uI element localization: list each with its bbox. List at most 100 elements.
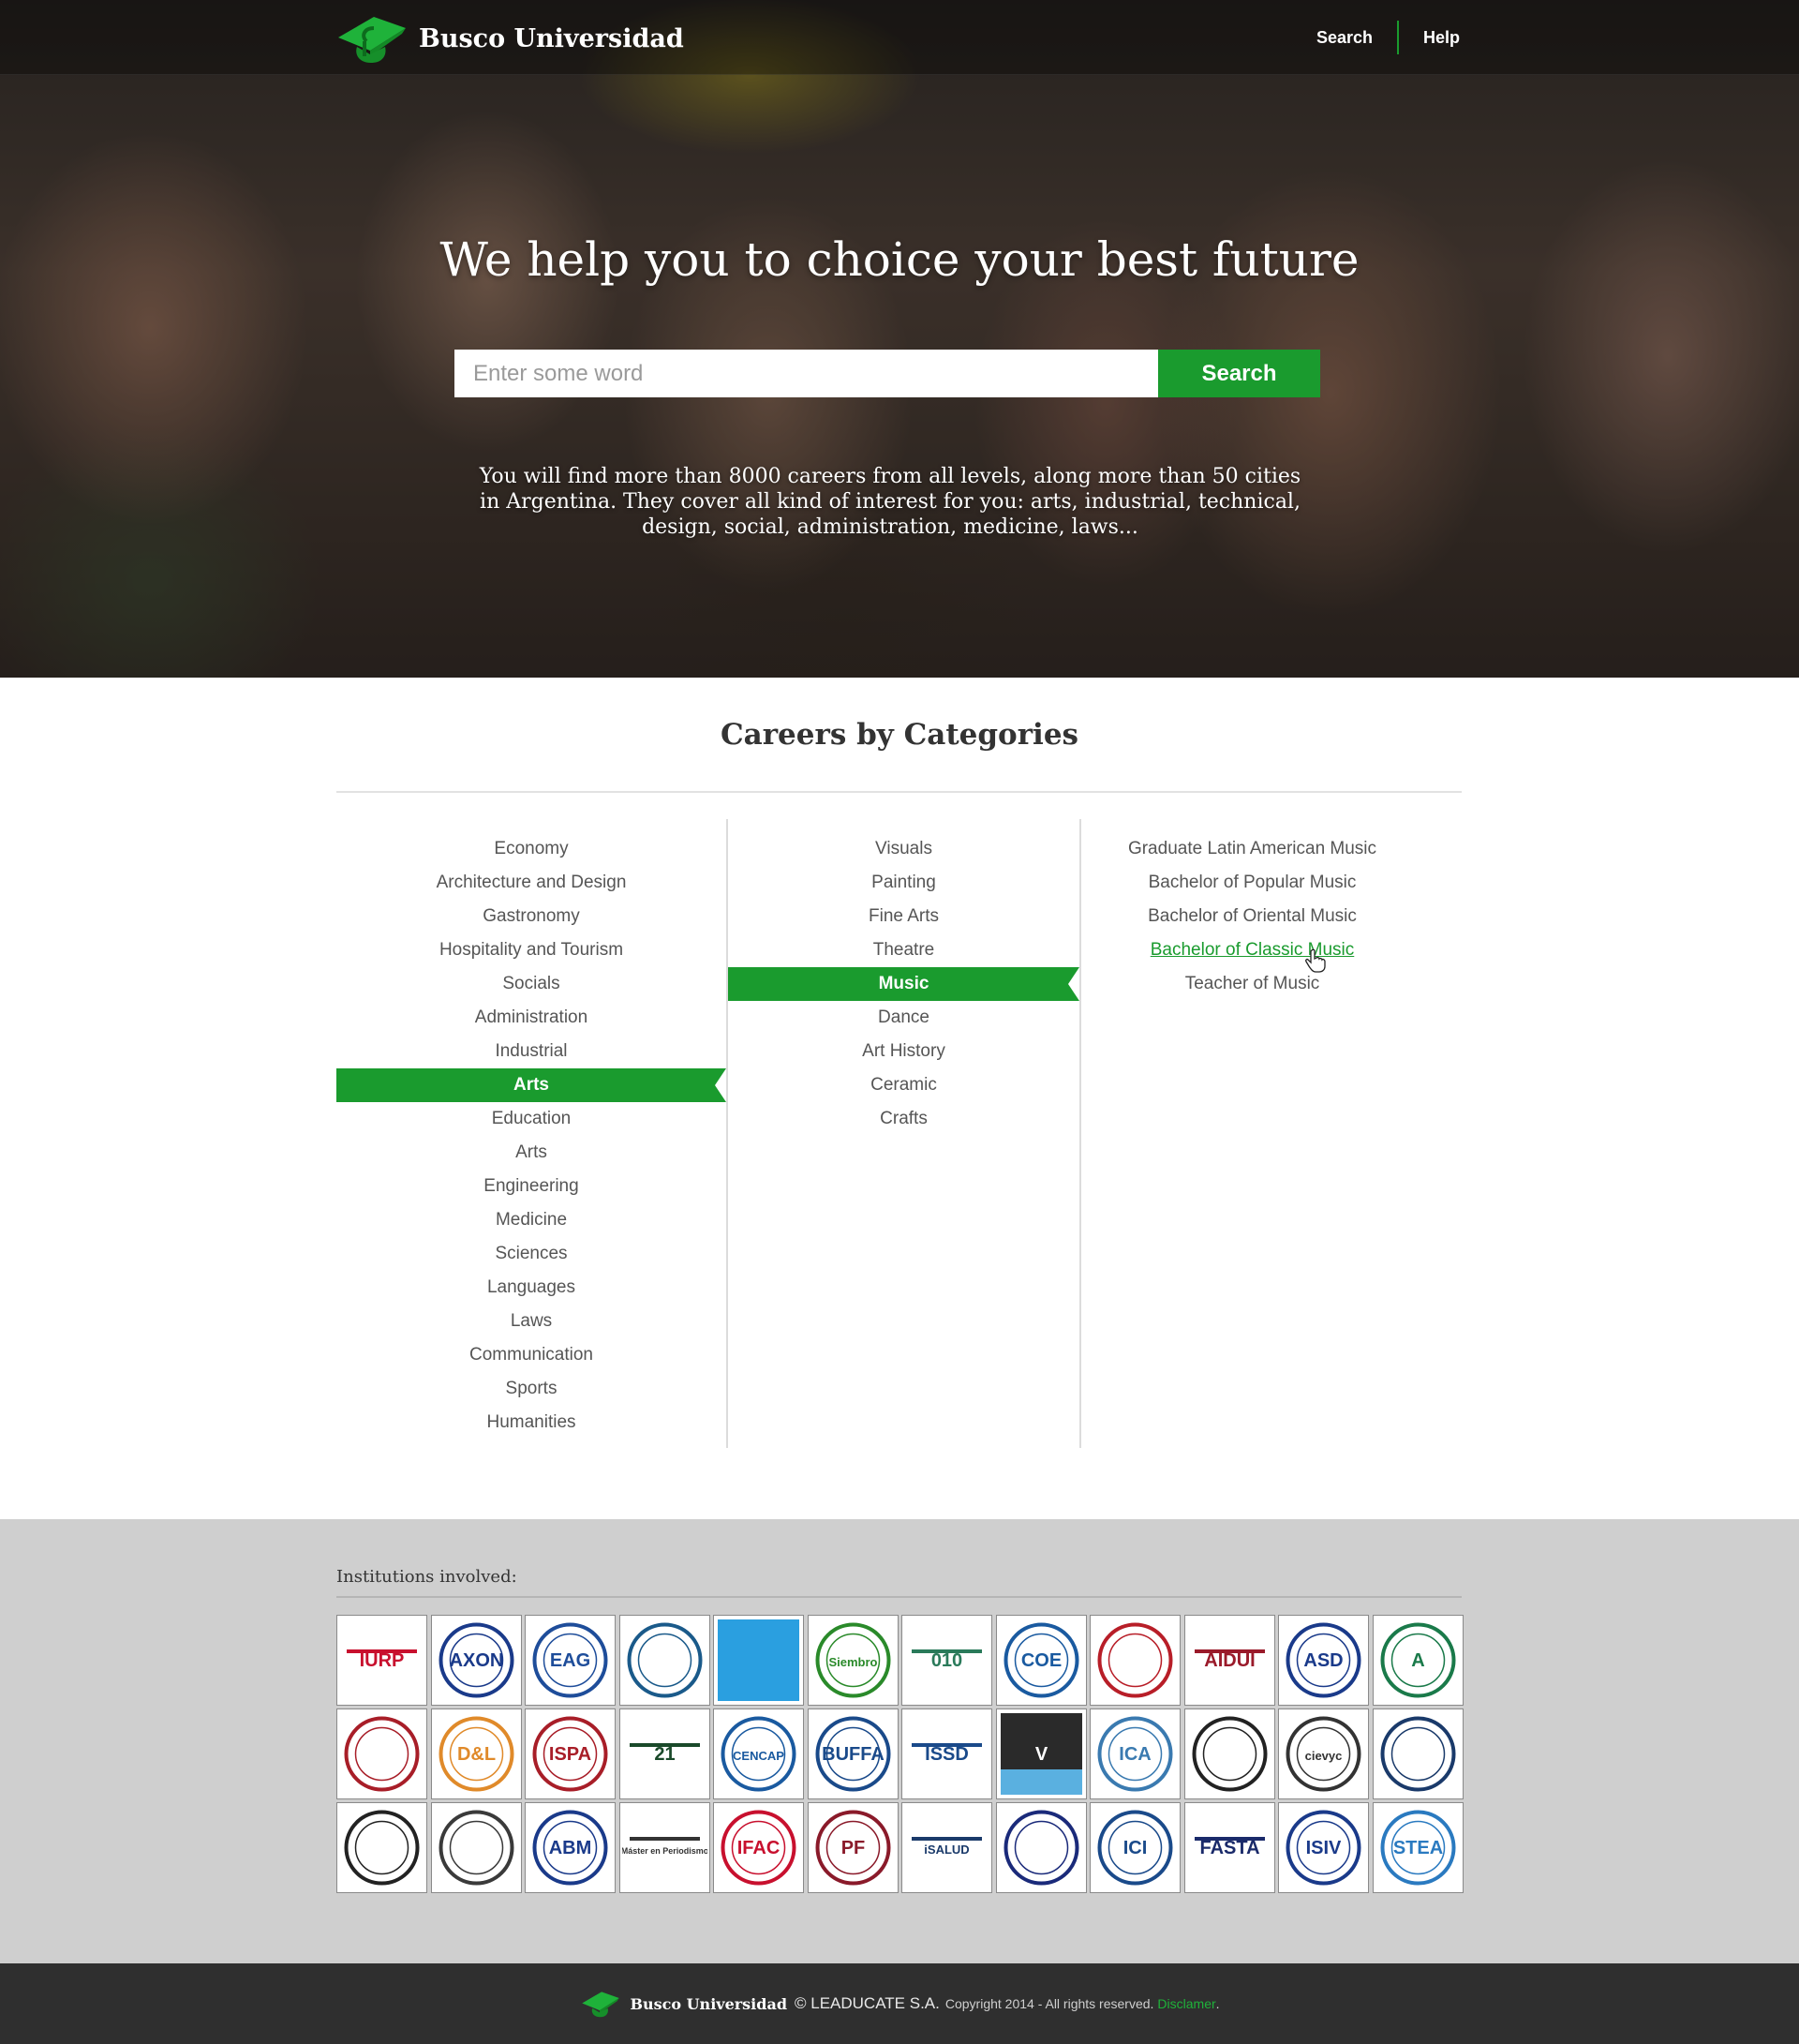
cievyc-logo[interactable]: cievyc [1278,1708,1369,1799]
buffa-sistemas-emblem-icon: BUFFA [815,1716,890,1792]
isiv-emblem-icon: ISIV [1286,1810,1361,1886]
categories-title: Careers by Categories [720,718,1079,752]
axon-logo-text: AXON [449,1650,503,1671]
abm-emblem-icon: ABM [532,1810,608,1886]
search-input[interactable] [454,350,1158,397]
cencap-logo[interactable]: CENCAP [713,1708,804,1799]
academia-green-logo-text: A [1411,1650,1424,1671]
master-periodismo-logo[interactable]: Máster en Periodismo [618,1802,710,1893]
abm-logo[interactable]: ABM [525,1802,616,1893]
blue-tile-logo[interactable] [713,1615,804,1706]
career-item[interactable]: Teacher of Music [1081,967,1423,1001]
psicologia-social-logo[interactable] [1090,1615,1181,1706]
category-item[interactable]: Languages [336,1271,726,1305]
subcategory-item[interactable]: Music [728,967,1079,1001]
cencap-logo-text: CENCAP [733,1749,784,1763]
subcategory-item[interactable]: Ceramic [728,1068,1079,1102]
siglo-21-logo[interactable]: 21 [618,1708,710,1799]
ica-logo-text: ICA [1119,1744,1151,1765]
psicologia-social-emblem-icon [1097,1622,1173,1698]
universidad-catolica-la-plata-logo[interactable] [618,1615,710,1706]
nav-search-link[interactable]: Search [1316,22,1373,53]
disclaimer-link[interactable]: Disclamer [1157,1996,1215,2011]
instituto-privado-logo[interactable] [1372,1708,1464,1799]
category-item[interactable]: Socials [336,967,726,1001]
fundacion-pierre-fauchard-logo[interactable]: PF [807,1802,899,1893]
isiv-logo-text: ISIV [1306,1838,1342,1858]
subcategory-item[interactable]: Crafts [728,1102,1079,1136]
category-item[interactable]: Arts [336,1136,726,1170]
category-item[interactable]: Hospitality and Tourism [336,933,726,967]
subcategory-item[interactable]: Fine Arts [728,900,1079,933]
isiv-logo[interactable]: ISIV [1278,1802,1369,1893]
issd-logo[interactable]: ISSD [901,1708,992,1799]
institutions-section: Institutions involved: IURP AXON EAG Siembr… [0,1519,1799,1963]
career-item[interactable]: Bachelor of Oriental Music [1081,900,1423,933]
footer-brand: Busco Universidad [630,1994,787,2013]
universidad-caece-logo[interactable]: 010 [901,1615,992,1706]
asd-logo[interactable]: ASD [1278,1615,1369,1706]
coe-logo[interactable]: COE [995,1615,1087,1706]
universidad-nacional-rosario-logo[interactable] [1183,1708,1275,1799]
ispa-logo[interactable]: ISPA [525,1708,616,1799]
isalud-logo[interactable]: iSALUD [901,1802,992,1893]
career-item[interactable]: Bachelor of Popular Music [1081,866,1423,900]
issd-logo-text: ISSD [925,1744,969,1765]
cievyc-emblem-icon: cievyc [1286,1716,1361,1792]
category-item[interactable]: Administration [336,1001,726,1035]
ifac-logo[interactable]: IFAC [713,1802,804,1893]
vatel-logo[interactable]: V [995,1708,1087,1799]
category-item[interactable]: Industrial [336,1035,726,1068]
hero-search-form: Search [454,350,1320,397]
stea-logo[interactable]: STEA [1372,1802,1464,1893]
category-item[interactable]: Education [336,1102,726,1136]
subcategory-item[interactable]: Visuals [728,832,1079,866]
academia-green-logo[interactable]: A [1372,1615,1464,1706]
aidui-emblem-icon: AIDUI [1194,1649,1265,1671]
category-item[interactable]: Humanities [336,1406,726,1440]
category-item[interactable]: Sciences [336,1237,726,1271]
category-item[interactable]: Economy [336,832,726,866]
hero-banner: Busco Universidad Search Help We help yo… [0,0,1799,678]
top-nav: Search Help [1316,21,1460,54]
ici-logo[interactable]: ICI [1090,1802,1181,1893]
red-oval-logo[interactable] [336,1708,427,1799]
stea-logo-text: STEA [1392,1838,1442,1858]
category-item[interactable]: Laws [336,1305,726,1338]
category-item[interactable]: Medicine [336,1203,726,1237]
subcategory-item[interactable]: Art History [728,1035,1079,1068]
dl-group-logo[interactable]: D&L [430,1708,522,1799]
subcategory-item[interactable]: Theatre [728,933,1079,967]
brand-home-link[interactable]: Busco Universidad [336,9,684,67]
fasta-logo[interactable]: FASTA [1183,1802,1275,1893]
category-item[interactable]: Architecture and Design [336,866,726,900]
dl-group-logo-text: D&L [456,1744,495,1765]
subcategory-item[interactable]: Dance [728,1001,1079,1035]
nav-help-link[interactable]: Help [1423,22,1460,53]
category-column: Economy Architecture and Design Gastronomy… [336,819,726,1448]
siembro-logo[interactable]: Siembro [807,1615,899,1706]
career-item[interactable]: Bachelor of Classic Music [1081,933,1423,967]
cross-seal-logo[interactable] [995,1802,1087,1893]
buffa-sistemas-logo[interactable]: BUFFA [807,1708,899,1799]
subcategory-item[interactable]: Painting [728,866,1079,900]
ica-logo[interactable]: ICA [1090,1708,1181,1799]
category-item[interactable]: Arts [336,1068,726,1102]
eag-logo[interactable]: EAG [525,1615,616,1706]
aidui-logo[interactable]: AIDUI [1183,1615,1275,1706]
unr-seal-logo[interactable] [336,1802,427,1893]
search-button[interactable]: Search [1158,350,1320,397]
category-item[interactable]: Communication [336,1338,726,1372]
career-item[interactable]: Graduate Latin American Music [1081,832,1423,866]
subcategory-column: Visuals Painting Fine Arts Theatre Music Danc… [726,819,1079,1448]
vatel-logo-text: V [1034,1744,1048,1765]
master-periodismo-logo-text: Máster en Periodismo [622,1846,707,1856]
iurp-logo[interactable]: IURP [336,1615,427,1706]
category-item[interactable]: Sports [336,1372,726,1406]
category-item[interactable]: Engineering [336,1170,726,1203]
swoosh-logo[interactable] [430,1802,522,1893]
axon-logo[interactable]: AXON [430,1615,522,1706]
footer-copyright: Copyright 2014 - All rights reserved. [944,1996,1154,2011]
siembro-emblem-icon: Siembro [815,1622,890,1698]
category-item[interactable]: Gastronomy [336,900,726,933]
